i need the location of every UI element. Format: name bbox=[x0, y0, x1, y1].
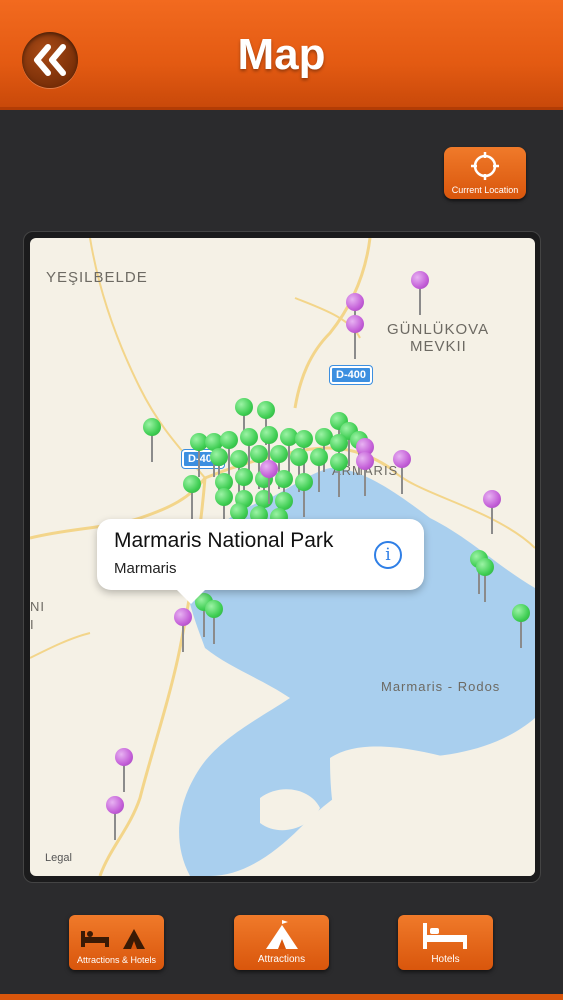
map-legal-link[interactable]: Legal bbox=[45, 852, 72, 864]
attractions-and-hotels-button[interactable]: Attractions & Hotels bbox=[69, 915, 164, 970]
map-callout[interactable]: Marmaris National Park Marmaris i bbox=[97, 519, 424, 604]
hotel-map-pin[interactable] bbox=[483, 490, 501, 536]
hotels-label: Hotels bbox=[431, 954, 460, 965]
attraction-map-pin[interactable] bbox=[205, 600, 223, 646]
hotel-map-pin[interactable] bbox=[411, 271, 429, 317]
hotel-map-pin[interactable] bbox=[346, 315, 364, 361]
place-label-mevkii: MEVKII bbox=[410, 338, 467, 355]
current-location-button[interactable]: Current Location bbox=[444, 147, 526, 199]
attraction-map-pin[interactable] bbox=[183, 475, 201, 521]
current-location-label: Current Location bbox=[451, 185, 519, 195]
attraction-map-pin[interactable] bbox=[476, 558, 494, 604]
attraction-map-pin[interactable] bbox=[295, 473, 313, 519]
callout-subtitle: Marmaris bbox=[114, 560, 177, 577]
header-bar: Map bbox=[0, 0, 563, 110]
page-title: Map bbox=[237, 30, 326, 79]
bottom-accent-line bbox=[0, 994, 563, 1000]
attraction-map-pin[interactable] bbox=[143, 418, 161, 464]
hotel-map-pin[interactable] bbox=[393, 450, 411, 496]
hotel-map-pin[interactable] bbox=[106, 796, 124, 842]
callout-title: Marmaris National Park bbox=[114, 529, 334, 552]
bed-icon bbox=[423, 923, 467, 949]
info-icon[interactable]: i bbox=[374, 541, 402, 569]
place-label-gunlukova: GÜNLÜKOVA bbox=[387, 321, 490, 338]
place-label-ferry-route: Marmaris - Rodos bbox=[381, 679, 501, 694]
attractions-label: Attractions bbox=[257, 954, 306, 965]
attraction-map-pin[interactable] bbox=[512, 604, 530, 650]
place-label-yesilbelde: YEŞILBELDE bbox=[46, 269, 148, 286]
hotel-map-pin[interactable] bbox=[115, 748, 133, 794]
place-label-partial-left: NI bbox=[30, 599, 45, 614]
hotels-button[interactable]: Hotels bbox=[398, 915, 493, 970]
hotel-map-pin[interactable] bbox=[174, 608, 192, 654]
road-shield-d400: D-400 bbox=[330, 366, 372, 384]
place-label-partial-left-2: I bbox=[30, 617, 35, 632]
attractions-button[interactable]: Attractions bbox=[234, 915, 329, 970]
attraction-map-pin[interactable] bbox=[330, 453, 348, 499]
tent-and-bed-icon bbox=[81, 929, 145, 949]
hotel-map-pin[interactable] bbox=[356, 452, 374, 498]
crosshair-icon bbox=[471, 152, 499, 180]
attractions-and-hotels-label: Attractions & Hotels bbox=[76, 955, 157, 965]
hotel-map-pin[interactable] bbox=[260, 460, 278, 506]
tent-icon bbox=[266, 920, 298, 949]
